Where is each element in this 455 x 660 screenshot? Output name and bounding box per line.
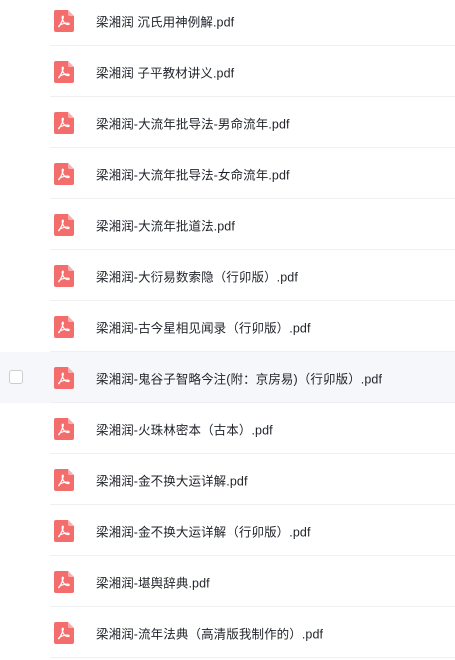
file-name[interactable]: 梁湘润-火珠林密本（古本）.pdf — [96, 419, 273, 438]
file-name[interactable]: 梁湘润-古今星相见闻录（行卯版）.pdf — [96, 317, 311, 336]
pdf-file-icon — [54, 264, 74, 287]
pdf-file-icon — [54, 162, 74, 185]
file-row[interactable]: 梁湘润-古今星相见闻录（行卯版）.pdf — [0, 301, 455, 352]
file-name[interactable]: 梁湘润-鬼谷子智略今注(附：京房易)（行卯版）.pdf — [96, 368, 382, 387]
file-list: 梁湘润 沉氏用神例解.pdf 梁湘润 子平教材讲义.pdf 梁湘润-大流年批导法-男… — [0, 0, 455, 660]
file-name[interactable]: 梁湘润-大流年批导法-女命流年.pdf — [96, 164, 290, 183]
pdf-file-icon — [54, 111, 74, 134]
file-row[interactable]: 梁湘润-大流年批道法.pdf — [0, 199, 455, 250]
pdf-file-icon — [54, 468, 74, 491]
pdf-file-icon — [54, 621, 74, 644]
pdf-file-icon — [54, 315, 74, 338]
file-row[interactable]: 梁湘润-大衍易数索隐（行卯版）.pdf — [0, 250, 455, 301]
file-name[interactable]: 梁湘润-金不换大运详解（行卯版）.pdf — [96, 521, 311, 540]
file-name[interactable]: 梁湘润-堪舆辞典.pdf — [96, 572, 210, 591]
file-row[interactable]: 梁湘润-火珠林密本（古本）.pdf — [0, 403, 455, 454]
file-row[interactable]: 梁湘润-金不换大运详解.pdf — [0, 454, 455, 505]
file-row[interactable]: 梁湘润-鬼谷子智略今注(附：京房易)（行卯版）.pdf — [0, 352, 455, 403]
pdf-file-icon — [54, 366, 74, 389]
file-name[interactable]: 梁湘润-金不换大运详解.pdf — [96, 470, 248, 489]
pdf-file-icon — [54, 9, 74, 32]
file-row[interactable]: 梁湘润-大流年批导法-男命流年.pdf — [0, 97, 455, 148]
pdf-file-icon — [54, 519, 74, 542]
select-checkbox[interactable] — [9, 369, 23, 384]
file-row[interactable]: 梁湘润 沉氏用神例解.pdf — [0, 0, 455, 46]
pdf-file-icon — [54, 570, 74, 593]
file-row[interactable]: 梁湘润-堪舆辞典.pdf — [0, 556, 455, 607]
pdf-file-icon — [54, 60, 74, 83]
file-row[interactable]: 梁湘润-流年法典（高清版我制作的）.pdf — [0, 607, 455, 658]
file-row[interactable]: 梁湘润-大流年批导法-女命流年.pdf — [0, 148, 455, 199]
file-name[interactable]: 梁湘润-流年法典（高清版我制作的）.pdf — [96, 623, 323, 642]
pdf-file-icon — [54, 213, 74, 236]
file-name[interactable]: 梁湘润-大衍易数索隐（行卯版）.pdf — [96, 266, 298, 285]
file-name[interactable]: 梁湘润 子平教材讲义.pdf — [96, 62, 234, 81]
file-row[interactable]: 梁湘润 子平教材讲义.pdf — [0, 46, 455, 97]
file-row[interactable]: 梁湘润-金不换大运详解（行卯版）.pdf — [0, 505, 455, 556]
pdf-file-icon — [54, 417, 74, 440]
file-name[interactable]: 梁湘润-大流年批导法-男命流年.pdf — [96, 113, 290, 132]
file-name[interactable]: 梁湘润-大流年批道法.pdf — [96, 215, 235, 234]
file-name[interactable]: 梁湘润 沉氏用神例解.pdf — [96, 11, 234, 30]
